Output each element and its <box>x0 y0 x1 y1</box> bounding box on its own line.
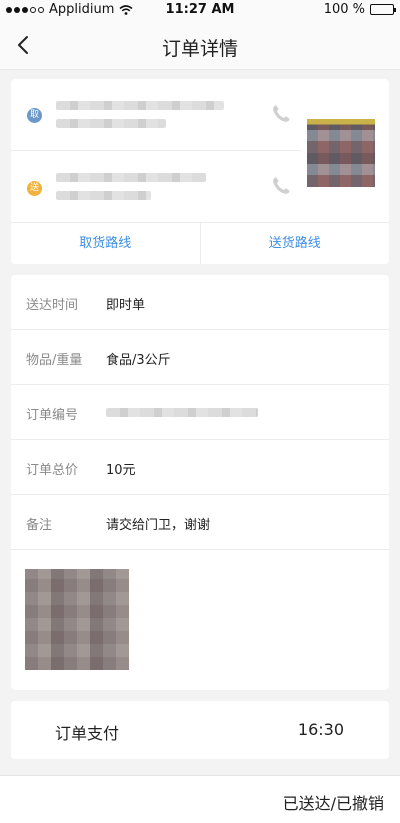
detail-label: 送达时间 <box>26 298 79 313</box>
detail-value: 食品/3公斤 <box>106 353 171 368</box>
route-card: 取 送 取货路线 送货路线 <box>11 79 389 264</box>
detail-label: 物品/重量 <box>26 353 83 368</box>
bottom-bar: 已送达/已撤销 <box>0 775 400 823</box>
status-left: Applidium <box>6 2 133 17</box>
detail-value: 10元 <box>106 463 136 478</box>
delivery-stop: 送 <box>11 150 301 221</box>
pickup-phone-icon[interactable] <box>270 103 292 125</box>
delivery-contact-redacted <box>56 191 151 200</box>
page-title: 订单详情 <box>161 38 238 60</box>
navigation-bar: 订单详情 <box>0 20 400 70</box>
wifi-icon <box>119 4 133 15</box>
order-detail-card: 送达时间 即时单 物品/重量 食品/3公斤 订单编号 订单总价 10元 备注 请… <box>11 275 389 690</box>
detail-label: 订单总价 <box>26 463 79 478</box>
back-button[interactable] <box>12 33 36 57</box>
order-photo[interactable] <box>25 569 129 670</box>
detail-value: 请交给门卫，谢谢 <box>106 518 211 533</box>
pickup-route-button[interactable]: 取货路线 <box>11 223 200 264</box>
detail-label: 订单编号 <box>26 408 79 423</box>
status-bar: Applidium 11:27 AM 100 % <box>0 0 400 20</box>
detail-row-total-price: 订单总价 10元 <box>11 440 389 495</box>
delivery-badge: 送 <box>27 181 42 196</box>
battery-percent: 100 % <box>323 2 365 17</box>
pickup-stop: 取 <box>11 79 301 150</box>
payment-card: 订单支付 16:30 <box>11 701 389 759</box>
detail-row-remark: 备注 请交给门卫，谢谢 <box>11 495 389 550</box>
signal-strength-icon <box>6 6 44 13</box>
battery-icon <box>370 4 396 15</box>
order-number-redacted <box>106 408 258 417</box>
delivery-route-button[interactable]: 送货路线 <box>199 223 390 264</box>
pickup-badge: 取 <box>27 108 42 123</box>
detail-row-delivery-time: 送达时间 即时单 <box>11 275 389 330</box>
detail-label: 备注 <box>26 518 53 533</box>
order-status-text: 已送达/已撤销 <box>282 794 384 813</box>
detail-row-order-number: 订单编号 <box>11 385 389 440</box>
status-right: 100 % <box>323 2 396 17</box>
courier-avatar <box>307 119 375 187</box>
delivery-phone-icon[interactable] <box>270 175 292 197</box>
carrier-name: Applidium <box>49 2 115 17</box>
detail-value: 即时单 <box>106 298 146 313</box>
delivery-address-redacted <box>56 173 206 182</box>
payment-time: 16:30 <box>297 720 344 739</box>
route-buttons: 取货路线 送货路线 <box>11 222 389 264</box>
payment-label: 订单支付 <box>55 724 120 743</box>
detail-row-item-weight: 物品/重量 食品/3公斤 <box>11 330 389 385</box>
pickup-address-redacted <box>56 101 224 110</box>
pickup-contact-redacted <box>56 119 166 128</box>
